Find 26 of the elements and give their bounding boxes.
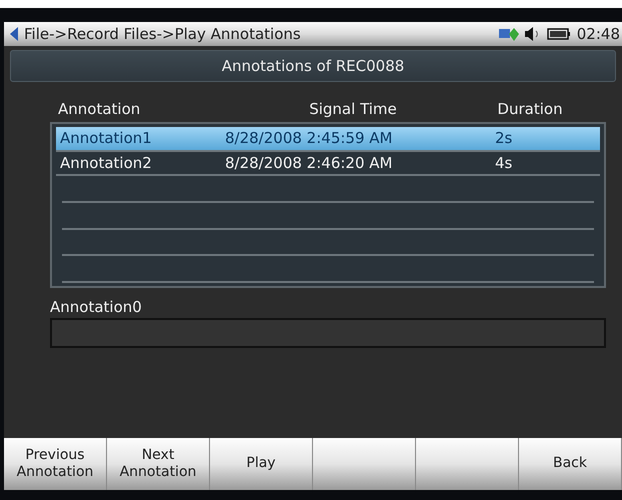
battery-icon	[546, 28, 571, 40]
column-header: Signal Time	[309, 100, 397, 118]
table-row[interactable]: Annotation1 8/28/2008 2:45:59 AM 2s	[56, 127, 600, 152]
network-icon	[498, 26, 519, 42]
softkey-button[interactable]: Back	[519, 438, 622, 490]
softkey-button[interactable]	[416, 438, 519, 490]
softkey-button[interactable]	[313, 438, 416, 490]
annotation-field[interactable]	[50, 318, 606, 348]
breadcrumb: File->Record Files->Play Annotations	[24, 25, 302, 43]
table-cell: Annotation2	[60, 154, 152, 172]
table-row[interactable]: Annotation2 8/28/2008 2:46:20 AM 4s	[56, 152, 600, 176]
table-cell-text: 4s	[494, 154, 512, 172]
table-cell: Annotation1	[60, 129, 152, 148]
header-title: Annotations of REC0088	[222, 57, 404, 75]
softkey-button[interactable]: Play	[210, 438, 313, 490]
speaker-icon	[524, 27, 541, 41]
softkey-button[interactable]: Next Annotation	[107, 438, 210, 490]
column-header: Duration	[497, 100, 563, 118]
table-cell: 8/28/2008 2:45:59 AM	[225, 129, 392, 148]
column-header: Annotation	[58, 100, 140, 118]
field-label: Annotation0	[50, 298, 143, 316]
clock-time: 02:48	[576, 25, 620, 43]
softkey-button[interactable]: Previous Annotation	[4, 438, 107, 490]
table-cell-text: 2s	[494, 129, 512, 148]
back-arrow-icon[interactable]	[10, 27, 18, 41]
table-cell: 8/28/2008 2:46:20 AM	[225, 154, 392, 172]
